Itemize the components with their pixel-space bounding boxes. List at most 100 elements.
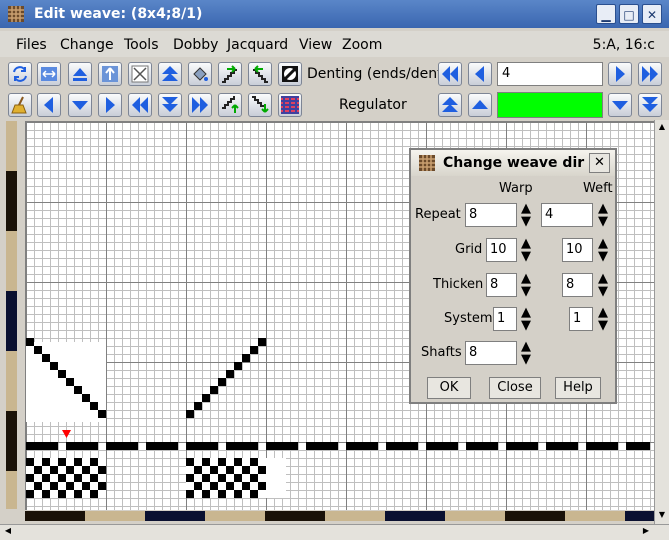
repeat-warp-field[interactable]: 8 — [465, 203, 517, 227]
grid-warp-spinner[interactable]: ▲ ▼ — [521, 236, 535, 264]
weave-cell[interactable] — [146, 442, 154, 450]
fit-width-button[interactable] — [37, 62, 61, 86]
menu-dobby[interactable]: Dobby — [173, 37, 218, 53]
weave-cell[interactable] — [562, 442, 570, 450]
weave-cell[interactable] — [90, 474, 98, 482]
sweep-button[interactable] — [8, 93, 32, 117]
weave-cell[interactable] — [234, 442, 242, 450]
weave-cell[interactable] — [330, 442, 338, 450]
thicken-weft-field[interactable]: 8 — [562, 273, 593, 297]
weave-cell[interactable] — [426, 442, 434, 450]
weave-cell[interactable] — [626, 442, 634, 450]
weave-cell[interactable] — [234, 362, 242, 370]
weave-cell[interactable] — [202, 458, 210, 466]
weave-cell[interactable] — [482, 442, 490, 450]
weave-cell[interactable] — [546, 442, 554, 450]
diagonal-up-button[interactable] — [218, 93, 242, 117]
weave-cell[interactable] — [602, 442, 610, 450]
weave-cell[interactable] — [26, 474, 34, 482]
maximize-button[interactable]: □ — [619, 4, 639, 24]
weave-cell[interactable] — [402, 442, 410, 450]
menu-jacquard[interactable]: Jacquard — [227, 37, 288, 53]
thicken-warp-spinner[interactable]: ▲ ▼ — [521, 271, 535, 299]
weave-cell[interactable] — [634, 442, 642, 450]
weave-cell[interactable] — [290, 442, 298, 450]
weave-cell[interactable] — [26, 458, 34, 466]
weave-cell[interactable] — [194, 466, 202, 474]
weave-cell[interactable] — [170, 442, 178, 450]
weave-cell[interactable] — [210, 482, 218, 490]
weave-cell[interactable] — [594, 442, 602, 450]
weave-cell[interactable] — [466, 442, 474, 450]
invert-button[interactable] — [278, 62, 302, 86]
weave-cell[interactable] — [58, 370, 66, 378]
weave-cell[interactable] — [514, 442, 522, 450]
repeat-warp-spinner[interactable]: ▲ ▼ — [521, 201, 535, 229]
shift-up-button[interactable] — [158, 62, 182, 86]
scroll-up-icon[interactable]: ▲ — [656, 122, 668, 134]
weave-cell[interactable] — [186, 458, 194, 466]
weave-cell[interactable] — [74, 490, 82, 498]
weave-cell[interactable] — [506, 442, 514, 450]
repeat-weft-spinner[interactable]: ▲ ▼ — [598, 201, 612, 229]
weave-cell[interactable] — [186, 410, 194, 418]
weave-cell[interactable] — [42, 354, 50, 362]
weave-cell[interactable] — [266, 442, 274, 450]
regulator-color-field[interactable] — [497, 92, 603, 118]
weave-cell[interactable] — [346, 442, 354, 450]
shift-right-button[interactable] — [188, 93, 212, 117]
weave-cell[interactable] — [474, 442, 482, 450]
menu-change[interactable]: Change — [60, 37, 114, 53]
weave-cell[interactable] — [218, 378, 226, 386]
system-warp-spinner[interactable]: ▲ ▼ — [521, 305, 535, 333]
weave-cell[interactable] — [66, 466, 74, 474]
scroll-down-icon[interactable]: ▼ — [656, 510, 668, 522]
weave-cell[interactable] — [450, 442, 458, 450]
weave-cell[interactable] — [370, 442, 378, 450]
weave-cell[interactable] — [586, 442, 594, 450]
regulator-up-fast-button[interactable] — [438, 93, 462, 117]
weave-cell[interactable] — [194, 482, 202, 490]
weave-cell[interactable] — [226, 482, 234, 490]
weave-cell[interactable] — [210, 442, 218, 450]
diagonal-left-button[interactable] — [248, 62, 272, 86]
weave-cell[interactable] — [114, 442, 122, 450]
weave-cell[interactable] — [362, 442, 370, 450]
weave-cell[interactable] — [122, 442, 130, 450]
denting-first-button[interactable] — [438, 62, 462, 86]
weave-cell[interactable] — [226, 370, 234, 378]
weave-cell[interactable] — [90, 490, 98, 498]
weave-cell[interactable] — [74, 458, 82, 466]
weave-cell[interactable] — [50, 466, 58, 474]
denting-field[interactable]: 4 — [497, 62, 603, 86]
minimize-button[interactable]: ▁ — [596, 4, 616, 24]
weave-cell[interactable] — [242, 466, 250, 474]
weave-cell[interactable] — [34, 442, 42, 450]
weave-cell[interactable] — [82, 394, 90, 402]
scroll-left-icon[interactable]: ◀ — [2, 526, 14, 538]
regulator-down-fast-button[interactable] — [638, 93, 662, 117]
vertical-scrollbar[interactable]: ▲ ▼ — [654, 120, 669, 525]
diagonal-right-button[interactable] — [218, 62, 242, 86]
weave-cell[interactable] — [522, 442, 530, 450]
grid-weft-field[interactable]: 10 — [562, 238, 593, 262]
weave-cell[interactable] — [154, 442, 162, 450]
weave-cell[interactable] — [202, 442, 210, 450]
left-button[interactable] — [37, 93, 61, 117]
weave-cell[interactable] — [242, 442, 250, 450]
denting-next-button[interactable] — [608, 62, 632, 86]
shafts-field[interactable]: 8 — [465, 341, 517, 365]
system-weft-field[interactable]: 1 — [569, 307, 593, 331]
weave-cell[interactable] — [274, 442, 282, 450]
weave-cell[interactable] — [434, 442, 442, 450]
weave-cell[interactable] — [642, 442, 650, 450]
weave-cell[interactable] — [210, 386, 218, 394]
weave-cell[interactable] — [250, 346, 258, 354]
weave-cell[interactable] — [610, 442, 618, 450]
repeat-weft-field[interactable]: 4 — [541, 203, 593, 227]
weft-color-strip[interactable] — [6, 121, 17, 509]
weave-cell[interactable] — [50, 442, 58, 450]
menu-tools[interactable]: Tools — [124, 37, 159, 53]
horizontal-scrollbar[interactable]: ◀ ▶ — [0, 524, 669, 540]
fill-button[interactable] — [188, 62, 212, 86]
